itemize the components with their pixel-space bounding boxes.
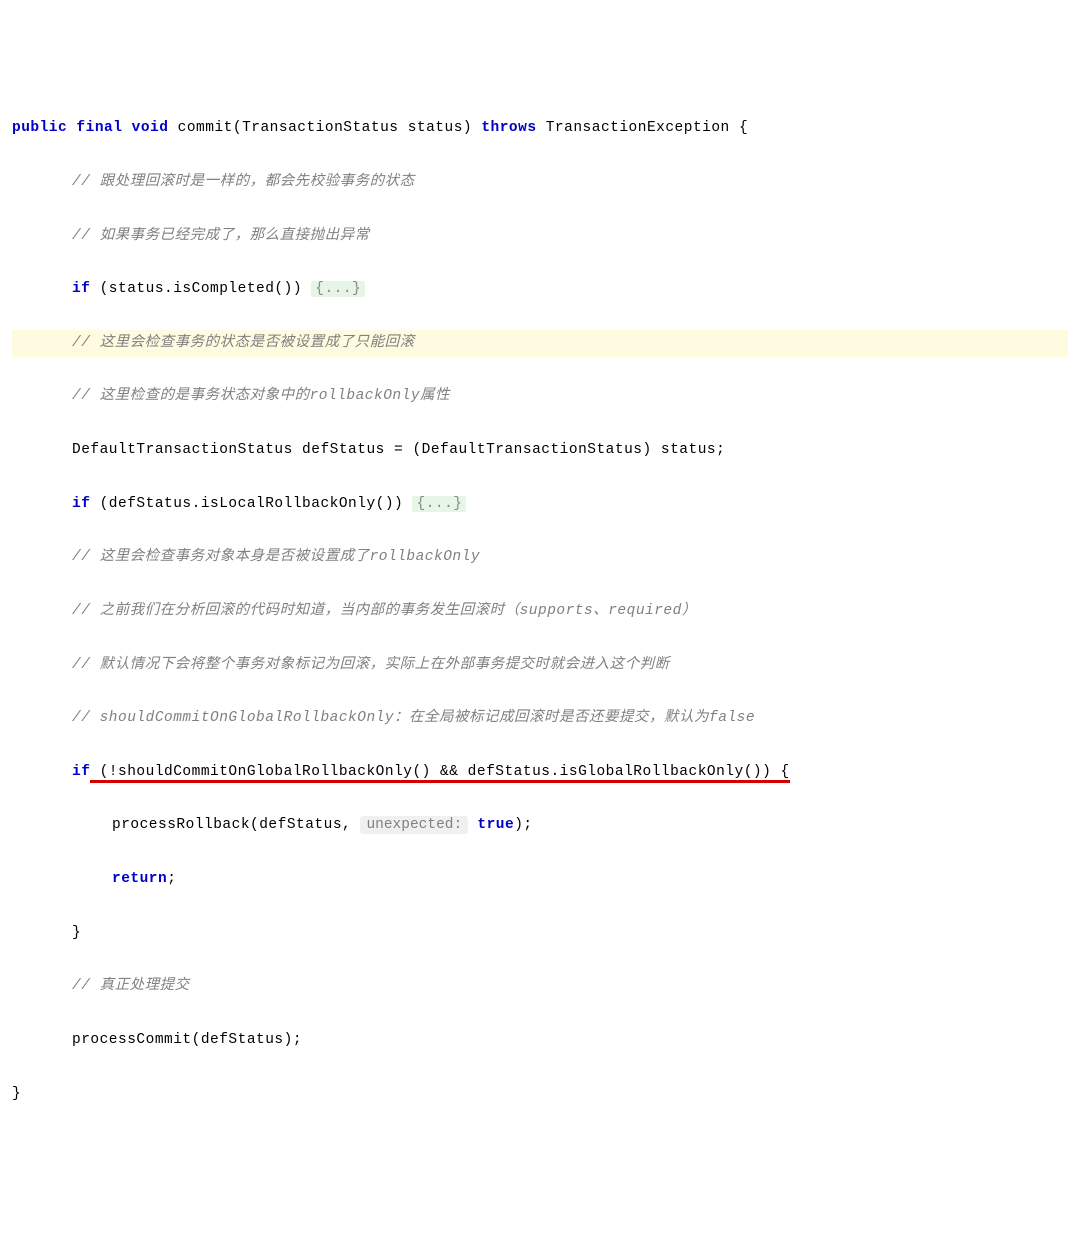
comment: // 默认情况下会将整个事务对象标记为回滚，实际上在外部事务提交时就会进入这个判… — [72, 657, 670, 673]
statement: DefaultTransactionStatus defStatus = (De… — [72, 442, 725, 458]
keyword-true: true — [477, 817, 514, 833]
code-line-17: // 真正处理提交 — [12, 973, 1068, 1000]
comment: // shouldCommitOnGlobalRollbackOnly：在全局被… — [72, 710, 755, 726]
code-line-13: if (!shouldCommitOnGlobalRollbackOnly() … — [12, 759, 1068, 786]
fold-marker[interactable]: {...} — [311, 281, 365, 297]
fold-marker[interactable]: {...} — [412, 496, 466, 512]
code-line-19: } — [12, 1081, 1068, 1108]
keyword-void: void — [132, 120, 169, 136]
keyword-if: if — [72, 281, 90, 297]
keyword-final: final — [76, 120, 122, 136]
code-line-8: if (defStatus.isLocalRollbackOnly()) {..… — [12, 491, 1068, 518]
comment: // 这里会检查事务对象本身是否被设置成了rollbackOnly — [72, 549, 480, 565]
code-line-6: // 这里检查的是事务状态对象中的rollbackOnly属性 — [12, 383, 1068, 410]
code-line-1: public final void commit(TransactionStat… — [12, 115, 1068, 142]
code-line-2: // 跟处理回滚时是一样的，都会先校验事务的状态 — [12, 169, 1068, 196]
keyword-if: if — [72, 496, 90, 512]
code-line-16: } — [12, 920, 1068, 947]
code-line-9: // 这里会检查事务对象本身是否被设置成了rollbackOnly — [12, 544, 1068, 571]
comment: // 之前我们在分析回滚的代码时知道，当内部的事务发生回滚时（supports、… — [72, 603, 697, 619]
condition: (defStatus.isLocalRollbackOnly()) — [90, 496, 412, 512]
keyword-if: if — [72, 764, 90, 780]
keyword-public: public — [12, 120, 67, 136]
code-line-14: processRollback(defStatus, unexpected: t… — [12, 812, 1068, 839]
code-line-15: return; — [12, 866, 1068, 893]
close-brace: } — [12, 1086, 21, 1102]
call-part-a: processRollback(defStatus, — [112, 817, 360, 833]
comment: // 这里会检查事务的状态是否被设置成了只能回滚 — [72, 335, 415, 351]
code-line-7: DefaultTransactionStatus defStatus = (De… — [12, 437, 1068, 464]
comment: // 这里检查的是事务状态对象中的rollbackOnly属性 — [72, 388, 450, 404]
code-line-12: // shouldCommitOnGlobalRollbackOnly：在全局被… — [12, 705, 1068, 732]
code-line-11: // 默认情况下会将整个事务对象标记为回滚，实际上在外部事务提交时就会进入这个判… — [12, 652, 1068, 679]
keyword-return: return — [112, 871, 167, 887]
method-signature: commit(TransactionStatus status) — [168, 120, 481, 136]
keyword-throws: throws — [481, 120, 536, 136]
code-line-4: if (status.isCompleted()) {...} — [12, 276, 1068, 303]
close-brace: } — [72, 925, 81, 941]
comment: // 如果事务已经完成了，那么直接抛出异常 — [72, 228, 370, 244]
code-line-18: processCommit(defStatus); — [12, 1027, 1068, 1054]
code-line-3: // 如果事务已经完成了，那么直接抛出异常 — [12, 223, 1068, 250]
condition: (status.isCompleted()) — [90, 281, 311, 297]
throws-clause: TransactionException { — [537, 120, 749, 136]
parameter-hint: unexpected: — [360, 816, 468, 834]
statement: processCommit(defStatus); — [72, 1032, 302, 1048]
comment: // 真正处理提交 — [72, 978, 190, 994]
code-line-5-highlighted: // 这里会检查事务的状态是否被设置成了只能回滚 — [12, 330, 1068, 357]
underlined-condition: (!shouldCommitOnGlobalRollbackOnly() && … — [90, 764, 789, 783]
comment: // 跟处理回滚时是一样的，都会先校验事务的状态 — [72, 174, 415, 190]
